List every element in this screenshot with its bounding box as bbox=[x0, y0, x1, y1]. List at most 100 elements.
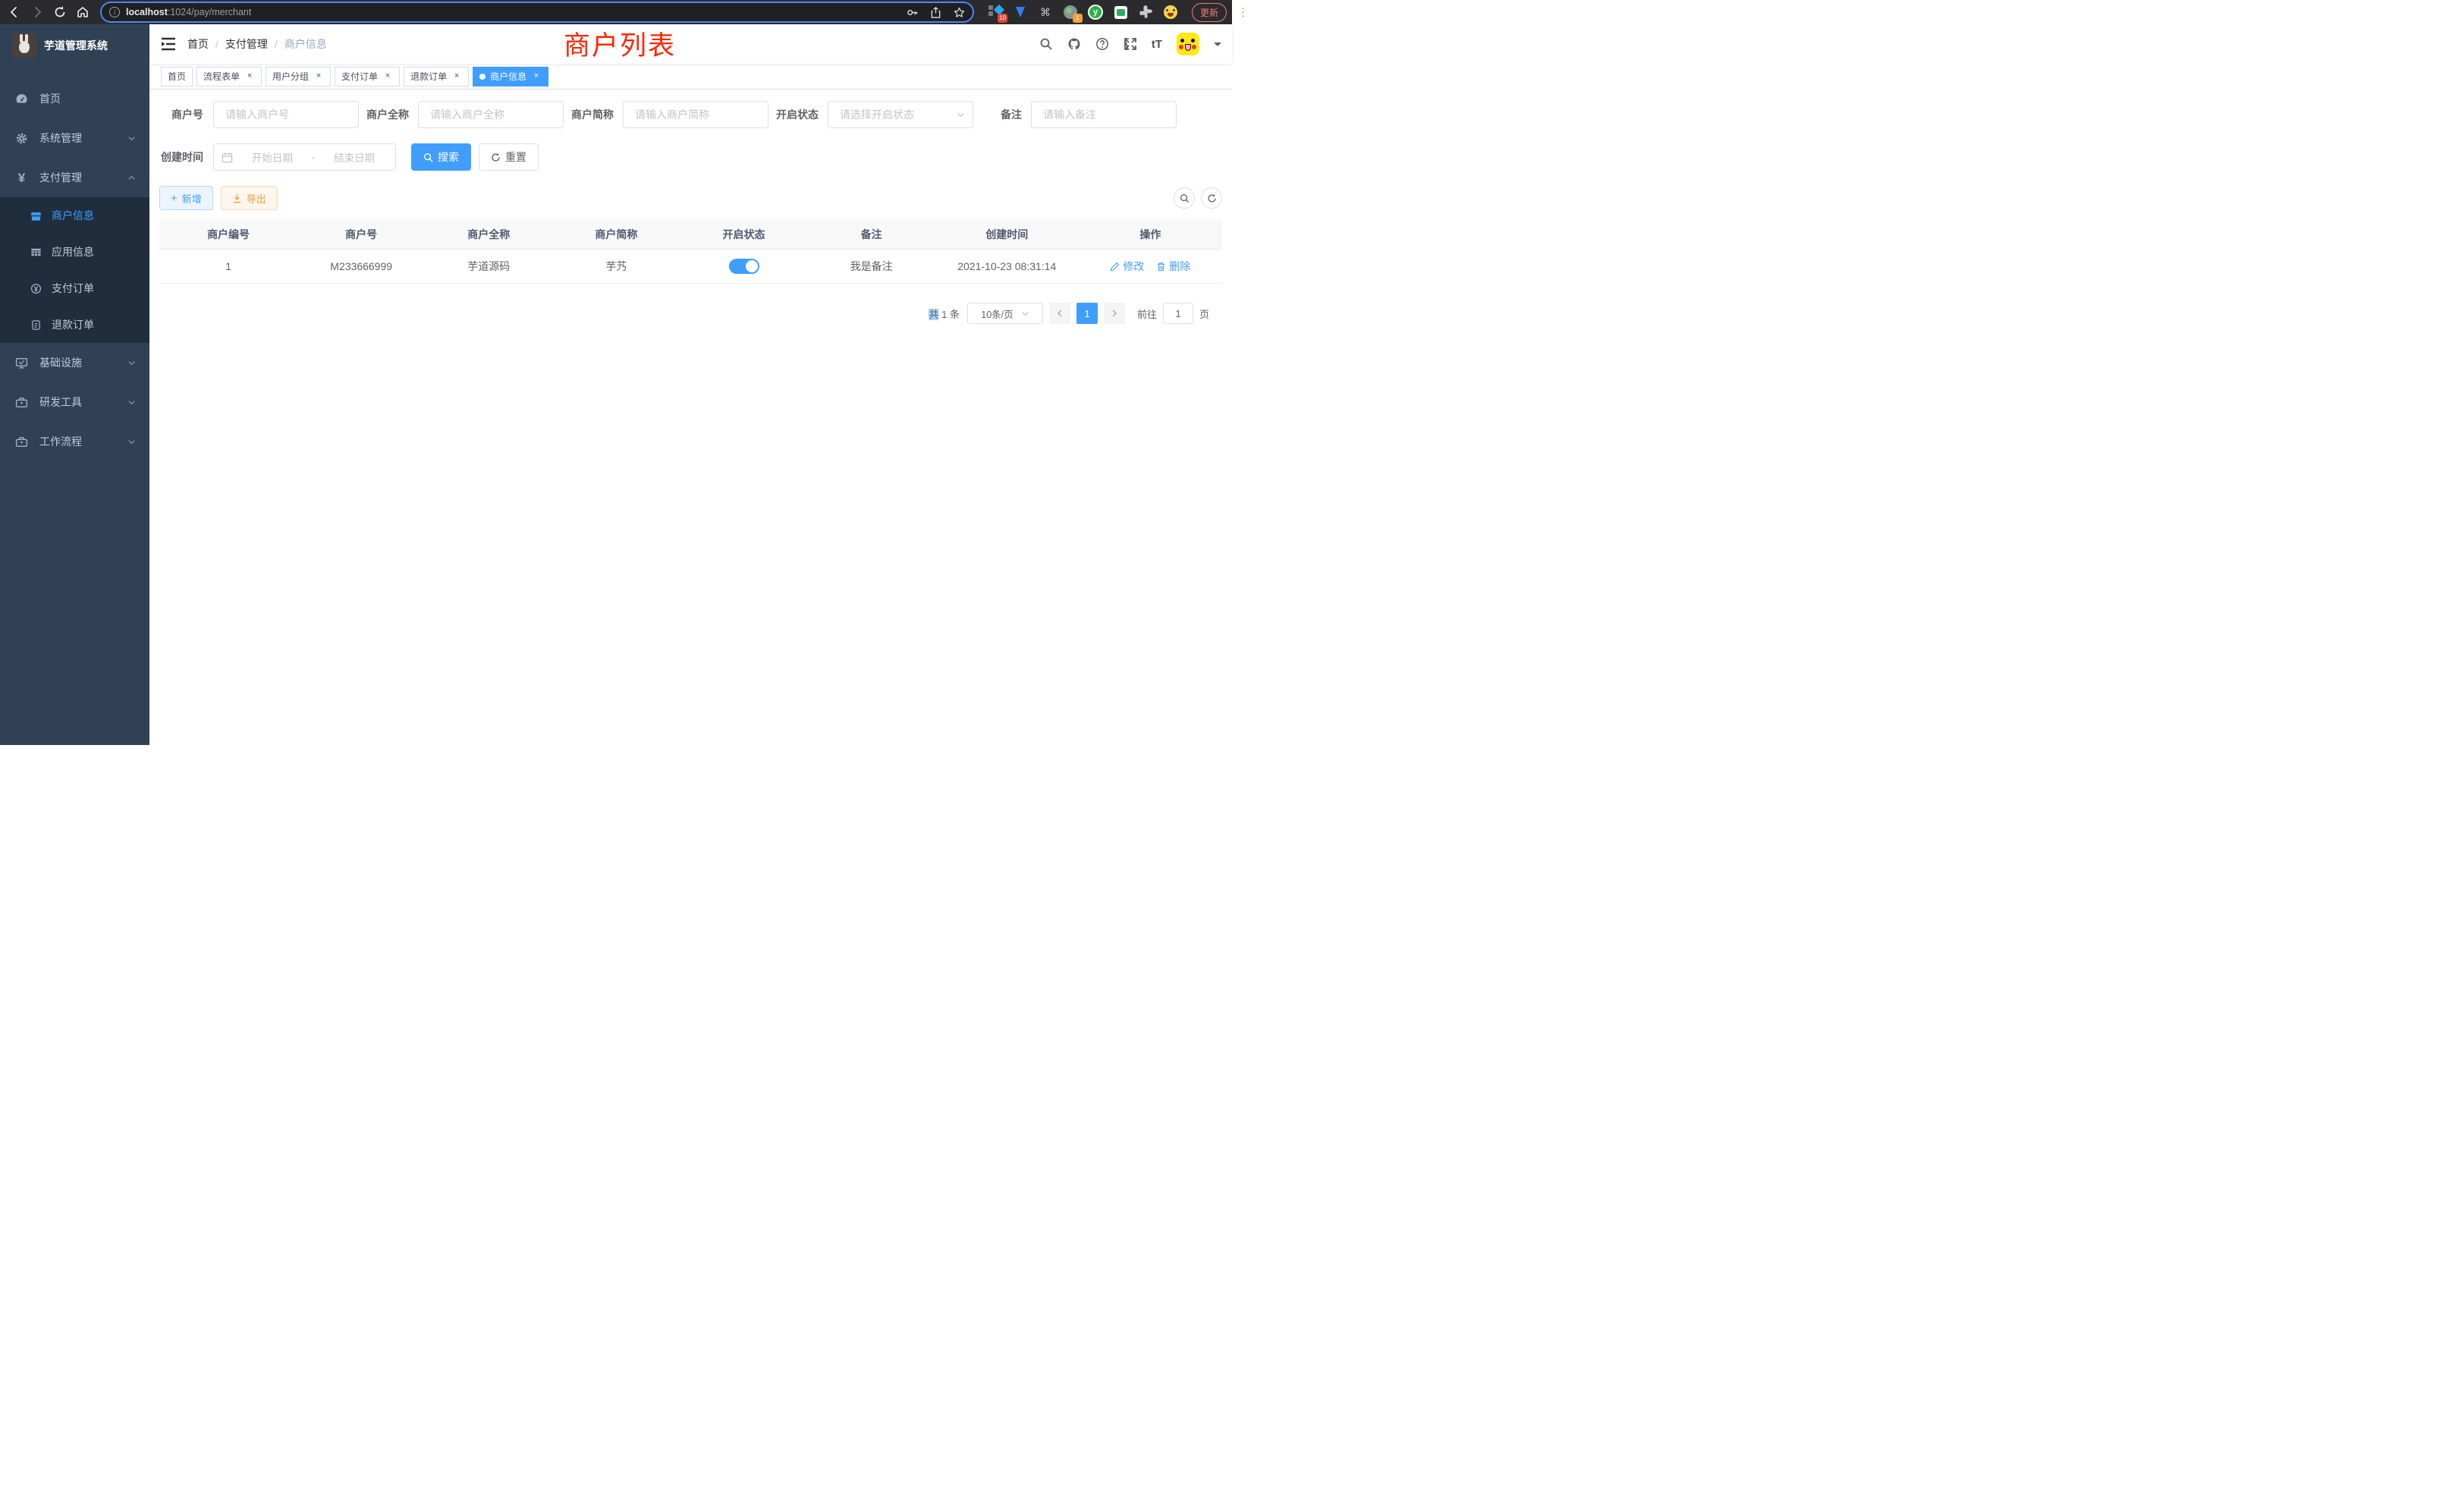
edit-link[interactable]: 修改 bbox=[1110, 259, 1144, 274]
extension-chat-icon[interactable] bbox=[1113, 5, 1128, 20]
tab-user-group[interactable]: 用户分组× bbox=[266, 67, 331, 86]
tab-merchant-active[interactable]: 商户信息× bbox=[473, 67, 548, 86]
extension-command-icon[interactable]: ⌘ bbox=[1038, 5, 1053, 20]
create-time-range-picker[interactable]: 开始日期 - 结束日期 bbox=[213, 143, 396, 171]
sidebar-item-refund-order[interactable]: 退款订单 bbox=[0, 306, 149, 343]
extension-recorder-icon[interactable]: 1 bbox=[1063, 5, 1078, 20]
refresh-table-button[interactable] bbox=[1201, 187, 1222, 209]
search-icon[interactable] bbox=[1039, 37, 1053, 51]
export-button[interactable]: 导出 bbox=[221, 186, 278, 210]
extension-gem-icon[interactable] bbox=[1013, 5, 1028, 20]
toggle-search-button[interactable] bbox=[1174, 187, 1195, 209]
sidebar-item-infrastructure[interactable]: 基础设施 bbox=[0, 343, 149, 382]
share-icon[interactable] bbox=[930, 7, 941, 18]
help-icon[interactable] bbox=[1095, 37, 1109, 51]
sidebar-fold-icon[interactable] bbox=[161, 37, 176, 51]
trash-icon bbox=[1156, 262, 1166, 272]
status-select[interactable]: 请选择开启状态 bbox=[828, 101, 973, 128]
github-icon[interactable] bbox=[1067, 37, 1081, 51]
full-name-input[interactable] bbox=[418, 101, 564, 128]
profile-emoji-icon[interactable] bbox=[1163, 5, 1178, 20]
next-page-button[interactable] bbox=[1104, 303, 1125, 324]
plus-icon: + bbox=[171, 193, 178, 203]
browser-menu-icon[interactable]: ⋮ bbox=[1237, 5, 1249, 19]
site-info-icon[interactable]: i bbox=[109, 7, 120, 17]
sidebar-item-dev-tools[interactable]: 研发工具 bbox=[0, 382, 149, 422]
col-header-merchant-no: 商户号 bbox=[297, 227, 425, 242]
merchant-no-input[interactable] bbox=[213, 101, 359, 128]
status-label: 开启状态 bbox=[776, 107, 819, 122]
col-header-actions: 操作 bbox=[1079, 227, 1222, 242]
chevron-down-icon bbox=[127, 438, 136, 446]
add-button[interactable]: + 新增 bbox=[159, 186, 213, 210]
user-avatar[interactable] bbox=[1177, 33, 1199, 55]
breadcrumb-merchant: 商户信息 bbox=[284, 36, 327, 52]
col-header-merchant-id: 商户编号 bbox=[159, 227, 297, 242]
browser-back-icon[interactable] bbox=[8, 5, 21, 19]
close-icon[interactable]: × bbox=[382, 71, 393, 82]
status-toggle[interactable] bbox=[729, 259, 759, 274]
short-name-input[interactable] bbox=[623, 101, 768, 128]
reset-button[interactable]: 重置 bbox=[479, 143, 539, 171]
annotation-title: 商户列表 bbox=[564, 24, 676, 63]
chevron-left-icon bbox=[1056, 310, 1064, 317]
close-icon[interactable]: × bbox=[244, 71, 255, 82]
prev-page-button[interactable] bbox=[1049, 303, 1070, 324]
breadcrumb-home[interactable]: 首页 bbox=[187, 36, 209, 52]
breadcrumb-payment[interactable]: 支付管理 bbox=[225, 36, 268, 52]
yen-icon: ¥ bbox=[15, 171, 28, 184]
browser-update-button[interactable]: 更新 bbox=[1192, 3, 1227, 22]
sidebar-item-application[interactable]: 应用信息 bbox=[0, 234, 149, 270]
chevron-down-icon bbox=[1021, 310, 1029, 318]
close-icon[interactable]: × bbox=[531, 71, 542, 82]
document-icon bbox=[30, 319, 42, 331]
url-text[interactable]: localhost:1024/pay/merchant bbox=[126, 7, 251, 17]
fullscreen-icon[interactable] bbox=[1124, 37, 1137, 51]
sidebar-item-workflow[interactable]: 工作流程 bbox=[0, 422, 149, 461]
sidebar-item-system[interactable]: 系统管理 bbox=[0, 118, 149, 158]
goto-page-input[interactable] bbox=[1163, 303, 1193, 324]
extensions-puzzle-icon[interactable] bbox=[1138, 5, 1153, 20]
password-key-icon[interactable] bbox=[907, 7, 918, 18]
merchant-table: 商户编号 商户号 商户全称 商户简称 开启状态 备注 创建时间 操作 1 M23… bbox=[159, 219, 1222, 284]
cell-full-name: 芋道源码 bbox=[425, 259, 552, 274]
tab-pay-order[interactable]: 支付订单× bbox=[335, 67, 400, 86]
col-header-full-name: 商户全称 bbox=[425, 227, 552, 242]
briefcase-icon bbox=[15, 435, 28, 448]
search-button[interactable]: 搜索 bbox=[411, 143, 471, 171]
extension-blue-diamond-icon[interactable]: 10 bbox=[988, 5, 1003, 20]
close-icon[interactable]: × bbox=[451, 71, 462, 82]
remark-input[interactable] bbox=[1031, 101, 1177, 128]
search-icon bbox=[423, 152, 433, 162]
close-icon[interactable]: × bbox=[313, 71, 324, 82]
tab-process-form[interactable]: 流程表单× bbox=[196, 67, 262, 86]
browser-reload-icon[interactable] bbox=[53, 5, 67, 19]
pagination-total: 共 1 条 bbox=[929, 306, 960, 321]
monitor-icon bbox=[15, 357, 28, 369]
goto-label: 前往 bbox=[1137, 306, 1157, 321]
sidebar-item-pay-order[interactable]: 支付订单 bbox=[0, 270, 149, 306]
tab-home[interactable]: 首页 bbox=[161, 67, 193, 86]
page-size-select[interactable]: 10条/页 bbox=[967, 303, 1043, 324]
chevron-right-icon bbox=[1111, 310, 1118, 317]
font-size-icon[interactable]: tT bbox=[1152, 38, 1162, 51]
address-bar[interactable]: i localhost:1024/pay/merchant bbox=[102, 3, 973, 21]
sidebar-item-home[interactable]: 首页 bbox=[0, 79, 149, 118]
browser-home-icon[interactable] bbox=[76, 5, 90, 19]
extension-v-icon[interactable]: y bbox=[1088, 5, 1103, 20]
app-logo-rabbit bbox=[12, 33, 36, 58]
search-icon bbox=[1180, 193, 1190, 203]
delete-link[interactable]: 删除 bbox=[1156, 259, 1190, 274]
browser-toolbar: i localhost:1024/pay/merchant 10 ⌘ 1 y 更… bbox=[0, 0, 1232, 24]
sidebar-item-merchant[interactable]: 商户信息 bbox=[0, 197, 149, 234]
tab-refund-order[interactable]: 退款订单× bbox=[404, 67, 469, 86]
sidebar-item-payment[interactable]: ¥ 支付管理 bbox=[0, 158, 149, 197]
avatar-caret-icon[interactable] bbox=[1214, 42, 1221, 50]
bookmark-star-icon[interactable] bbox=[954, 7, 965, 18]
app-logo-row[interactable]: 芋道管理系统 bbox=[0, 24, 149, 67]
payment-submenu: 商户信息 应用信息 支付订单 退款订单 bbox=[0, 197, 149, 343]
page-number-1[interactable]: 1 bbox=[1076, 303, 1098, 324]
browser-forward-icon[interactable] bbox=[30, 5, 44, 19]
sidebar-menu: 首页 系统管理 ¥ 支付管理 商户信息 应用信息 bbox=[0, 79, 149, 461]
table-header-row: 商户编号 商户号 商户全称 商户简称 开启状态 备注 创建时间 操作 bbox=[159, 219, 1222, 250]
